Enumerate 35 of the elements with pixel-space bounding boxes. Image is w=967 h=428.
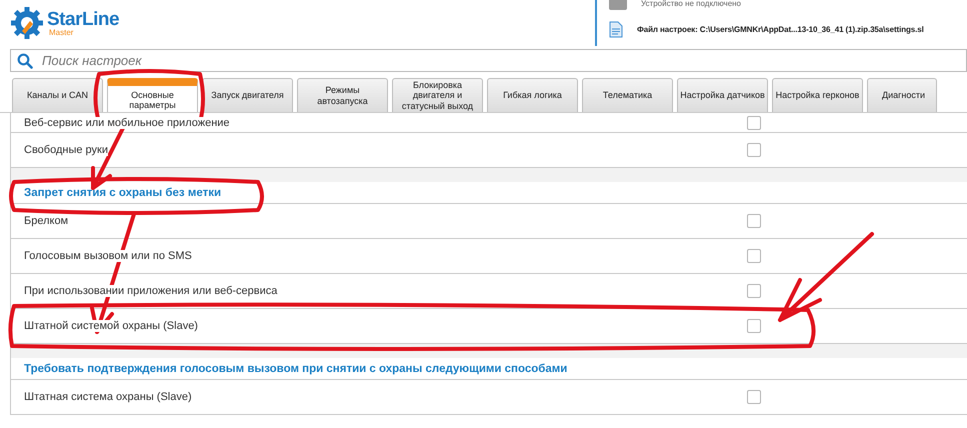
settings-file-path: Файл настроек: C:\Users\GMNKr\AppDat...13-10_36_41 (1).zip.35a\settings.sl [637,25,924,34]
file-icon [609,21,623,38]
section-heading: Требовать подтверждения голосовым вызовом при снятии с охраны следующими способами [11,358,967,380]
setting-label: Голосовым вызовом или по SMS [24,250,192,262]
device-status: Устройство не подключено [641,0,742,8]
settings-tab[interactable]: Основные параметры [107,78,198,112]
device-icon [609,0,627,10]
setting-checkbox[interactable] [747,284,761,298]
setting-checkbox[interactable] [747,319,761,333]
section-heading: Запрет снятия с охраны без метки [11,182,967,204]
search-icon [17,53,33,69]
settings-tab[interactable]: Телематика [582,78,673,112]
settings-tab[interactable]: Настройка герконов [772,78,863,112]
search-field[interactable]: Поиск настроек [10,49,967,72]
setting-label: При использовании приложения или веб-сервиса [24,285,278,297]
settings-tab[interactable]: Режимы автозапуска [297,78,388,112]
setting-checkbox[interactable] [747,390,761,404]
logo-brand: StarLine [47,10,120,28]
logo-gear-icon [10,6,44,40]
settings-tab[interactable]: Блокировка двигателя и статусный выход [392,78,483,112]
settings-tab[interactable]: Каналы и CAN [12,78,103,112]
logo-subtitle: Master [49,28,74,36]
setting-label: Штатной системой охраны (Slave) [24,320,198,332]
settings-tab[interactable]: Запуск двигателя [202,78,293,112]
settings-tab[interactable]: Гибкая логика [487,78,578,112]
settings-tab[interactable]: Диагности [867,78,937,112]
setting-label: Брелком [24,215,68,227]
settings-tab[interactable]: Настройка датчиков [677,78,768,112]
setting-checkbox[interactable] [747,116,761,130]
setting-label: Веб-сервис или мобильное приложение [24,116,230,128]
setting-checkbox[interactable] [747,249,761,263]
setting-label: Штатная система охраны (Slave) [24,391,192,403]
setting-label: Свободные руки [24,144,108,156]
setting-checkbox[interactable] [747,143,761,157]
setting-checkbox[interactable] [747,214,761,228]
